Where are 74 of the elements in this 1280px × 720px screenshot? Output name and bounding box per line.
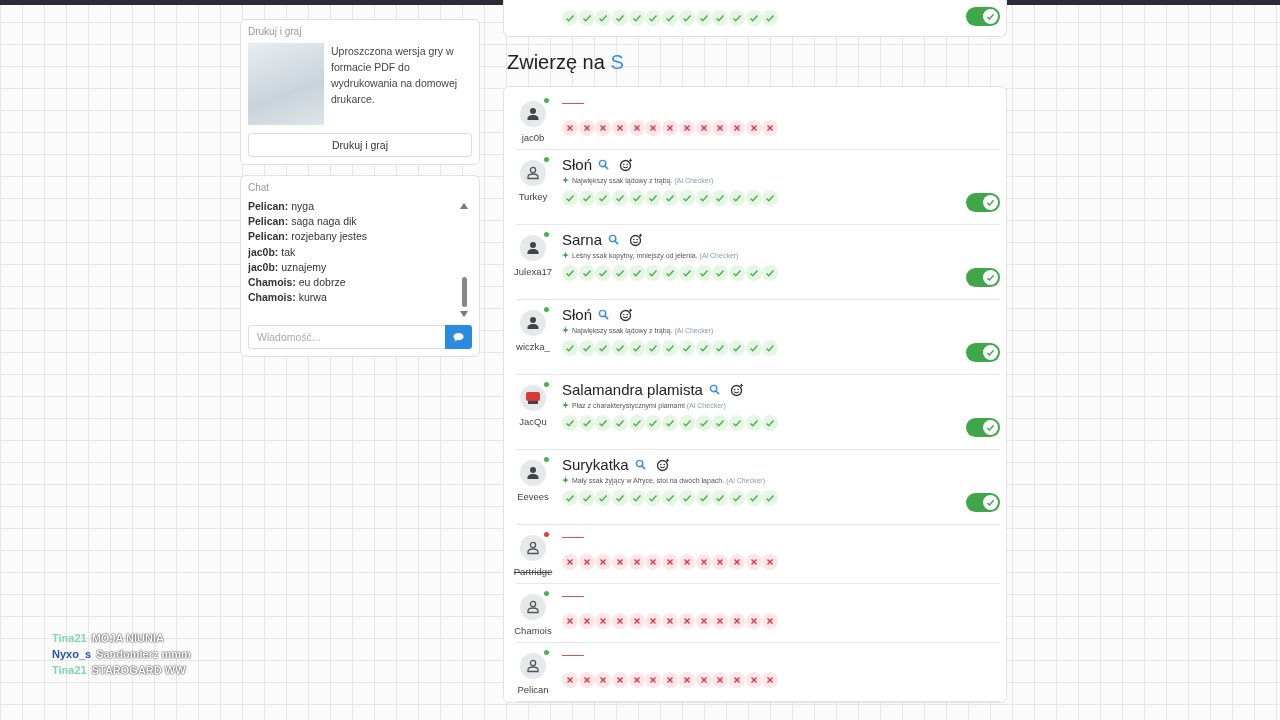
player-name: Julexa17 [514,266,552,277]
speech-bubble-icon [453,332,464,342]
stream-chat-user: Tina21 [52,632,87,644]
check-icon [986,12,995,21]
player-name: Partridge [513,566,553,577]
answer-word: Sarna [562,231,603,248]
stream-chat-user: Nyxo_s [52,648,92,660]
search-icon[interactable] [598,309,610,320]
check-icon [986,273,995,282]
accept-toggle[interactable] [966,7,1000,26]
accept-toggle[interactable] [966,493,1000,512]
person-icon [526,600,540,614]
search-icon[interactable] [608,234,620,245]
answer-word: Surykatka [562,456,629,473]
accept-toggle[interactable] [966,418,1000,437]
player-name: Pelican [517,684,549,695]
sparkle-icon [562,176,569,184]
stream-chat-message: MOJA NIUNIA [91,632,164,644]
person-icon [526,316,540,330]
smiley-icon[interactable] [619,157,634,172]
sparkle-icon [562,476,569,484]
scroll-up-icon[interactable] [460,203,468,209]
chat-message: Pelican: rozjebany jestes [248,229,369,245]
print-description: Uproszczona wersja gry w formacie PDF do wydrukowania na domowej drukarce. [331,44,459,107]
stream-chat-user: Tina21 [52,664,87,676]
smiley-icon[interactable] [619,307,634,322]
chat-message: jac0b: tak [248,244,297,260]
print-button[interactable]: Drukuj i graj [248,133,472,157]
chat-message: Chamois: eu dobrze [248,275,347,290]
player-name: Turkey [518,191,548,202]
accept-toggle[interactable] [966,268,1000,287]
person-icon [526,241,540,255]
player-name: Chamois [514,625,552,636]
search-icon[interactable] [598,159,610,170]
stream-chat-message: STAROGARD WW [91,664,186,676]
scrollbar-thumb[interactable] [462,277,467,307]
smiley-icon[interactable] [729,382,744,397]
smiley-icon[interactable] [629,232,644,247]
stream-chat-message: Sandomierz mmm [96,648,191,660]
accept-toggle[interactable] [966,193,1000,212]
player-name: JacQu [519,416,547,427]
accept-toggle[interactable] [966,343,1000,362]
person-icon [526,466,540,480]
search-icon[interactable] [708,384,720,395]
card-title: Chat [248,182,271,193]
card-title: Drukuj i graj [248,26,303,37]
player-name: wiczka_ [516,341,550,352]
stop-sign-icon [525,391,541,405]
check-icon [986,198,995,207]
check-icon [986,498,995,507]
player-name: Eevees [517,491,549,502]
search-icon[interactable] [634,459,646,470]
answer-word: Salamandra plamista [562,381,703,398]
sparkle-icon [562,401,569,409]
person-icon [526,541,540,555]
answer-word: Słoń [562,306,593,323]
smiley-icon[interactable] [655,457,670,472]
player-name: jac0b [521,132,545,143]
check-icon [986,423,995,432]
scroll-down-icon[interactable] [460,311,468,317]
chat-message: Pelican: saga naga dik [248,214,358,230]
person-icon [526,107,540,121]
sparkle-icon [562,326,569,334]
chat-message: Pelican: nyga [248,199,315,214]
person-icon [526,166,540,180]
send-button[interactable] [445,325,472,349]
sparkle-icon [562,251,569,259]
chat-message: Chamois: kurwa [248,290,328,306]
message-field[interactable]: Wiadomość... [248,325,445,349]
person-icon [526,659,540,673]
chat-message: jac0b: uznajemy [248,259,328,275]
check-icon [986,348,995,357]
category-heading: Zwierzę na S [507,51,625,74]
answer-word: Słoń [562,156,593,173]
